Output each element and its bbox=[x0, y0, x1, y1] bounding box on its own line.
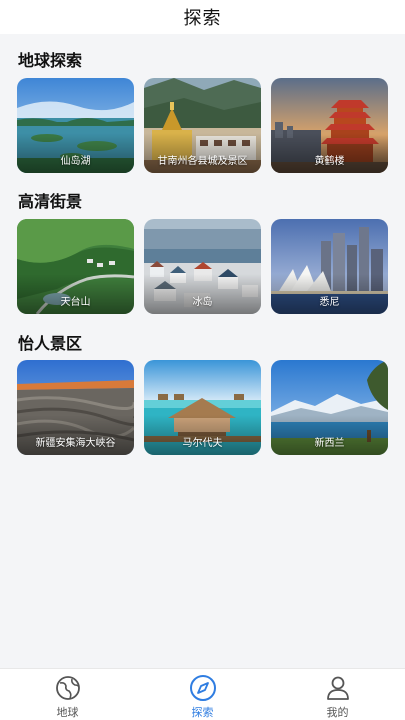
app-header: 探索 bbox=[0, 0, 405, 34]
card-label: 马尔代夫 bbox=[182, 438, 223, 449]
scenic-card-maldives[interactable]: 马尔代夫 bbox=[144, 360, 261, 455]
card-label: 仙岛湖 bbox=[60, 156, 91, 167]
page-title: 探索 bbox=[183, 8, 222, 29]
explore-content[interactable]: 地球探索 仙岛湖 甘南州各县城及景区 黄鹤楼 高清街景 天台山 冰岛 悉尼 怡人… bbox=[0, 34, 405, 668]
scenic-card-gannan[interactable]: 甘南州各县城及景区 bbox=[144, 78, 261, 173]
tab-explore[interactable]: 探索 bbox=[135, 669, 270, 720]
bottom-tab-bar: 地球 探索 我的 bbox=[0, 668, 405, 720]
compass-icon bbox=[189, 675, 216, 701]
scenic-card-iceland[interactable]: 冰岛 bbox=[144, 219, 261, 314]
scenic-card-sydney[interactable]: 悉尼 bbox=[271, 219, 388, 314]
card-label: 天台山 bbox=[60, 297, 91, 308]
card-label: 甘南州各县城及景区 bbox=[157, 156, 248, 167]
card-label: 悉尼 bbox=[319, 297, 340, 308]
tab-label: 我的 bbox=[326, 706, 349, 719]
section-title: 地球探索 bbox=[18, 51, 83, 70]
scenic-card-xiandao-lake[interactable]: 仙岛湖 bbox=[17, 78, 134, 173]
card-label: 新疆安集海大峡谷 bbox=[35, 438, 116, 449]
section-title: 怡人景区 bbox=[18, 334, 83, 353]
tab-label: 探索 bbox=[191, 706, 214, 719]
tab-mine[interactable]: 我的 bbox=[270, 669, 405, 720]
user-icon bbox=[326, 676, 349, 700]
scenic-card-new-zealand[interactable]: 新西兰 bbox=[271, 360, 388, 455]
tab-earth[interactable]: 地球 bbox=[0, 669, 135, 720]
card-label: 冰岛 bbox=[192, 297, 213, 308]
card-label: 黄鹤楼 bbox=[314, 156, 345, 167]
card-label: 新西兰 bbox=[314, 438, 345, 449]
section-title: 高清街景 bbox=[18, 192, 83, 211]
scenic-card-tiantai-mountain[interactable]: 天台山 bbox=[17, 219, 134, 314]
scenic-card-anjihai-canyon[interactable]: 新疆安集海大峡谷 bbox=[17, 360, 134, 455]
tab-label: 地球 bbox=[56, 706, 79, 719]
globe-icon bbox=[55, 676, 80, 700]
scenic-card-yellow-crane-tower[interactable]: 黄鹤楼 bbox=[271, 78, 388, 173]
